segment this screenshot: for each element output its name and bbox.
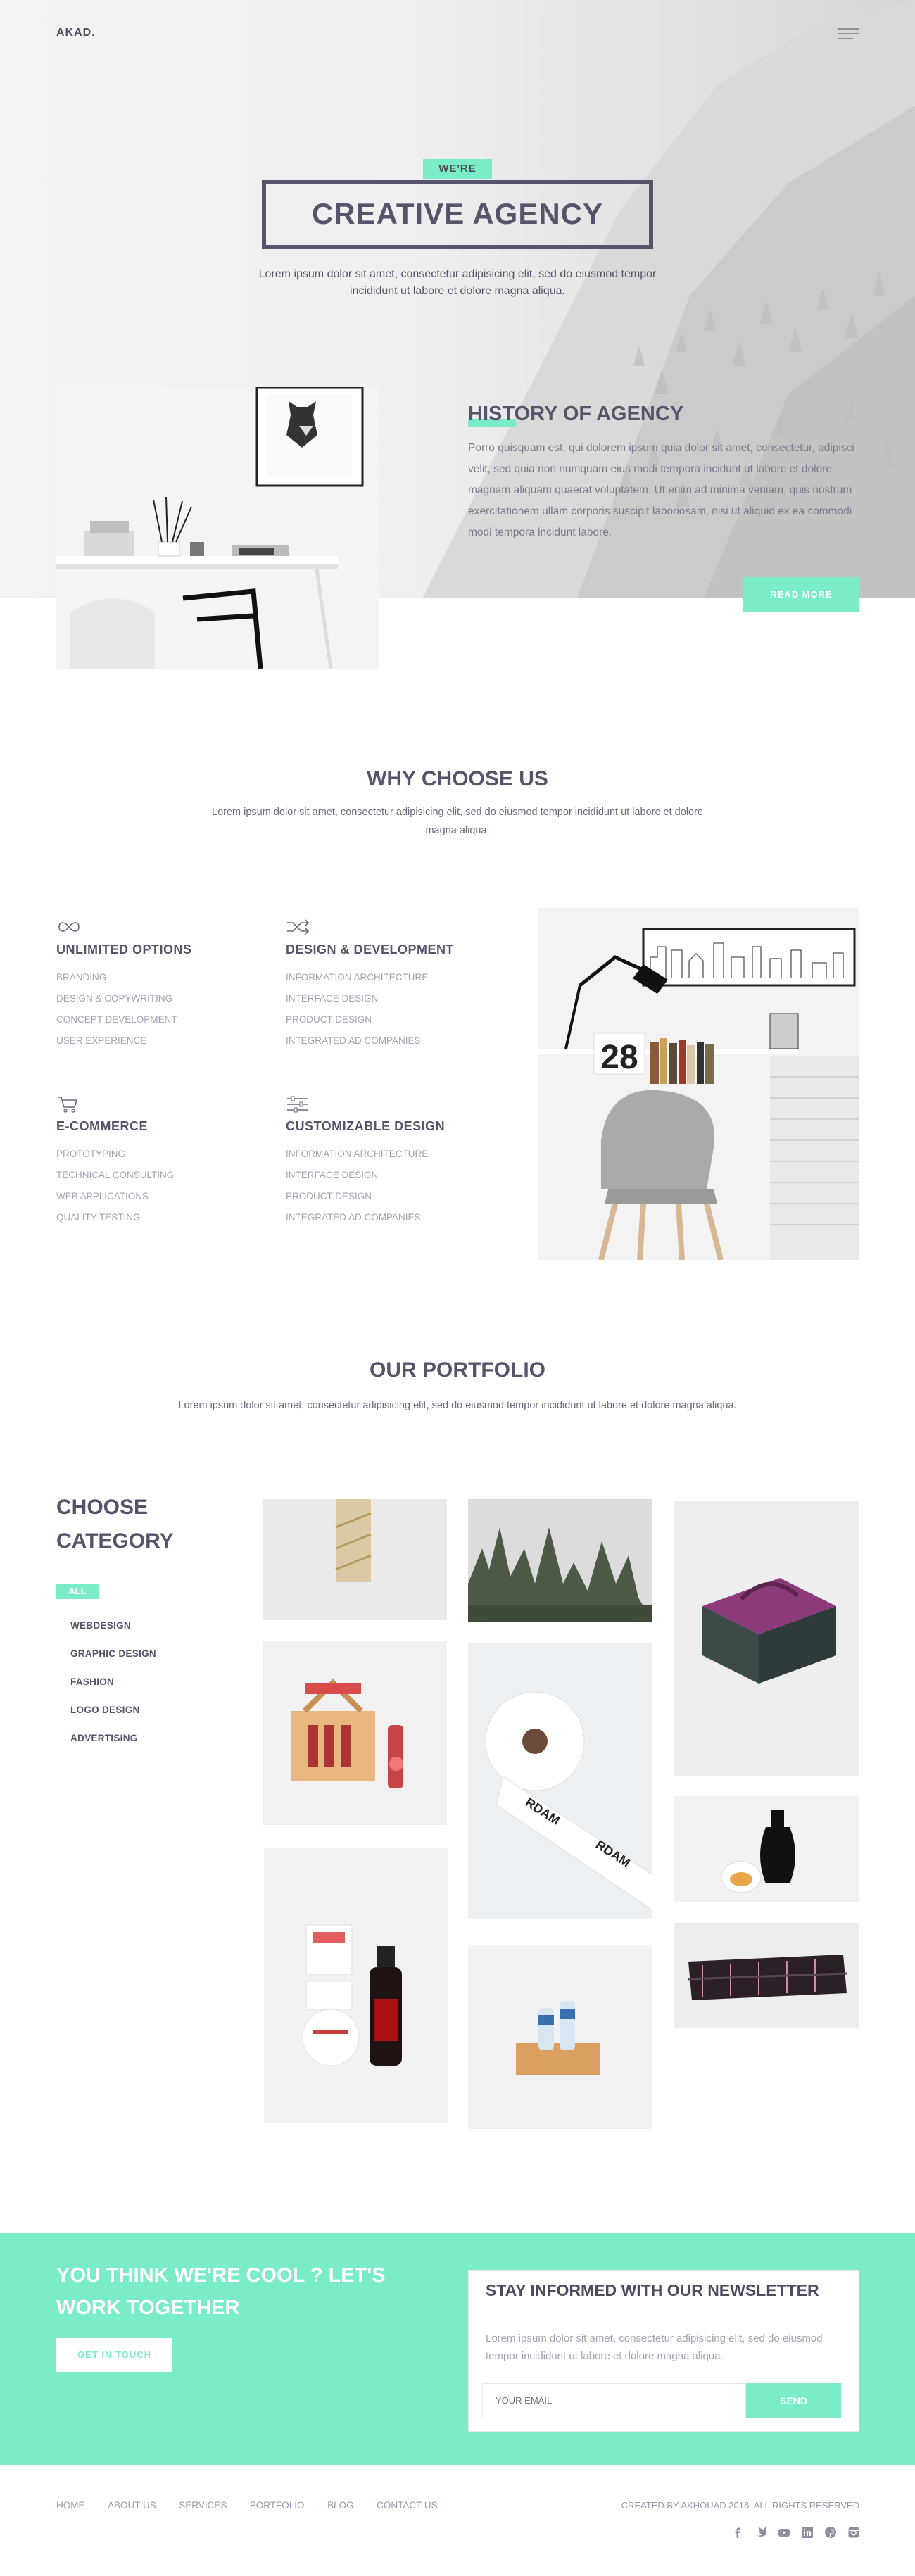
service-design-development: DESIGN & DEVELOPMENT INFORMATION ARCHITE…	[286, 918, 497, 1052]
service-title: E-COMMERCE	[56, 1119, 148, 1133]
portfolio-title: OUR PORTFOLIO	[0, 1358, 915, 1382]
why-title-rest: CHOOSE US	[415, 767, 548, 790]
hero-subtitle: Lorem ipsum dolor sit amet, consectetur …	[258, 268, 657, 297]
portfolio-subtitle: Lorem ipsum dolor sit amet, consectetur …	[178, 1400, 737, 1411]
service-e-commerce: E-COMMERCE PROTOTYPING TECHNICAL CONSULT…	[56, 1095, 267, 1228]
cta-title: YOU THINK WE'RE COOL ? LET'S WORK TOGETH…	[56, 2264, 386, 2319]
portfolio-item[interactable]	[674, 1923, 859, 2028]
portfolio-item[interactable]	[264, 1848, 448, 2123]
portfolio-item[interactable]	[263, 1499, 447, 1620]
service-title: CUSTOMIZABLE DESIGN	[286, 1119, 446, 1133]
footer-separator: -	[363, 2500, 367, 2511]
service-item: CONCEPT DEVELOPMENT	[56, 1014, 177, 1025]
cart-icon	[56, 1095, 267, 1116]
service-item: INFORMATION ARCHITECTURE	[286, 1149, 429, 1159]
service-item: PRODUCT DESIGN	[286, 1014, 372, 1025]
category-list: WEBDESIGN GRAPHIC DESIGN FASHION LOGO DE…	[70, 1612, 156, 1753]
hero-kicker: WE'RE	[423, 159, 492, 179]
service-item: WEB APPLICATIONS	[56, 1191, 149, 1201]
category-graphic-design[interactable]: GRAPHIC DESIGN	[70, 1640, 156, 1668]
footer-link-contact[interactable]: CONTACT US	[377, 2500, 438, 2511]
service-item: INFORMATION ARCHITECTURE	[286, 972, 429, 983]
footer-link-about[interactable]: ABOUT US	[108, 2500, 156, 2511]
service-item: USER EXPERIENCE	[56, 1035, 147, 1046]
read-more-button[interactable]: READ MORE	[743, 577, 859, 612]
service-item: INTEGRATED AD COMPANIES	[286, 1212, 421, 1223]
service-item: QUALITY TESTING	[56, 1212, 141, 1223]
youtube-icon[interactable]	[778, 2527, 790, 2538]
service-title: DESIGN & DEVELOPMENT	[286, 942, 455, 956]
service-customizable-design: CUSTOMIZABLE DESIGN INFORMATION ARCHITEC…	[286, 1095, 497, 1228]
choose-line-2: CATEGORY	[56, 1529, 174, 1553]
service-item: INTERFACE DESIGN	[286, 993, 379, 1004]
category-all[interactable]: ALL	[56, 1584, 99, 1599]
footer-link-blog[interactable]: BLOG	[327, 2500, 354, 2511]
category-advertising[interactable]: ADVERTISING	[70, 1724, 156, 1753]
instagram-icon[interactable]	[848, 2527, 859, 2538]
portfolio-item[interactable]	[674, 1796, 859, 1902]
service-title: UNLIMITED OPTIONS	[56, 942, 192, 956]
footer-separator: -	[165, 2500, 170, 2511]
linkedin-icon[interactable]	[802, 2527, 813, 2538]
history-text: Porro quisquam est, qui dolorem ipsum qu…	[468, 442, 854, 538]
newsletter-text: Lorem ipsum dolor sit amet, consectetur …	[486, 2332, 823, 2362]
portfolio-item[interactable]: RDAM RDAM	[468, 1643, 652, 1919]
infinity-icon	[56, 918, 267, 940]
footer-separator: -	[314, 2500, 318, 2511]
footer-separator: -	[236, 2500, 240, 2511]
newsletter-title: STAY INFORMED WITH OUR NEWSLETTER	[486, 2281, 819, 2299]
why-subtitle: Lorem ipsum dolor sit amet, consectetur …	[212, 807, 703, 836]
service-item: DESIGN & COPYWRITING	[56, 993, 173, 1004]
portfolio-title-rest: PORTFOLIO	[416, 1358, 545, 1382]
footer-link-services[interactable]: SERVICES	[179, 2500, 227, 2511]
category-fashion[interactable]: FASHION	[70, 1668, 156, 1696]
service-item: PROTOTYPING	[56, 1149, 126, 1159]
shuffle-icon	[286, 918, 497, 940]
portfolio-item[interactable]	[263, 1641, 447, 1825]
history-title: HISTORY OF AGENCY	[468, 403, 684, 427]
footer-nav: HOME - ABOUT US - SERVICES - PORTFOLIO -…	[56, 2500, 448, 2511]
logo[interactable]: AKAD.	[56, 27, 96, 39]
portfolio-item[interactable]	[468, 1499, 652, 1622]
why-title: WHY CHOOSE US	[0, 767, 915, 791]
email-input[interactable]	[482, 2383, 746, 2418]
get-in-touch-button[interactable]: GET IN TOUCH	[56, 2338, 172, 2372]
twitter-icon[interactable]	[755, 2527, 769, 2538]
category-webdesign[interactable]: WEBDESIGN	[70, 1612, 156, 1640]
history-desk-photo	[56, 387, 379, 669]
footer-separator: -	[94, 2500, 99, 2511]
service-item: TECHNICAL CONSULTING	[56, 1170, 175, 1180]
footer-link-portfolio[interactable]: PORTFOLIO	[250, 2500, 305, 2511]
why-workspace-photo: 28	[538, 908, 859, 1260]
facebook-icon[interactable]	[732, 2527, 743, 2538]
service-item: PRODUCT DESIGN	[286, 1191, 372, 1201]
category-logo-design[interactable]: LOGO DESIGN	[70, 1696, 156, 1724]
sliders-icon	[286, 1095, 497, 1116]
portfolio-item[interactable]	[674, 1501, 859, 1776]
hero-title: CREATIVE AGENCY	[262, 180, 653, 249]
calendar-number: 28	[600, 1039, 638, 1076]
copyright: CREATED BY AKHOUAD 2016. ALL RIGHTS RESE…	[621, 2500, 859, 2511]
choose-line-1: CHOOSE	[56, 1496, 149, 1519]
portfolio-title-highlight: OUR	[370, 1358, 417, 1382]
pinterest-icon[interactable]	[825, 2527, 836, 2538]
send-button[interactable]: SEND	[746, 2383, 841, 2418]
history-title-text: HISTORY OF AGENCY	[468, 403, 684, 425]
social-links	[732, 2527, 859, 2538]
service-item: INTERFACE DESIGN	[286, 1170, 379, 1180]
hamburger-menu-icon[interactable]	[838, 28, 859, 41]
service-item: BRANDING	[56, 972, 107, 983]
service-unlimited-options: UNLIMITED OPTIONS BRANDING DESIGN & COPY…	[56, 918, 267, 1052]
service-item: INTEGRATED AD COMPANIES	[286, 1035, 421, 1046]
portfolio-item[interactable]	[468, 1945, 652, 2129]
choose-category-title: CHOOSE CATEGORY	[56, 1491, 174, 1558]
why-title-highlight: WHY	[367, 767, 416, 790]
footer-link-home[interactable]: HOME	[56, 2500, 85, 2511]
